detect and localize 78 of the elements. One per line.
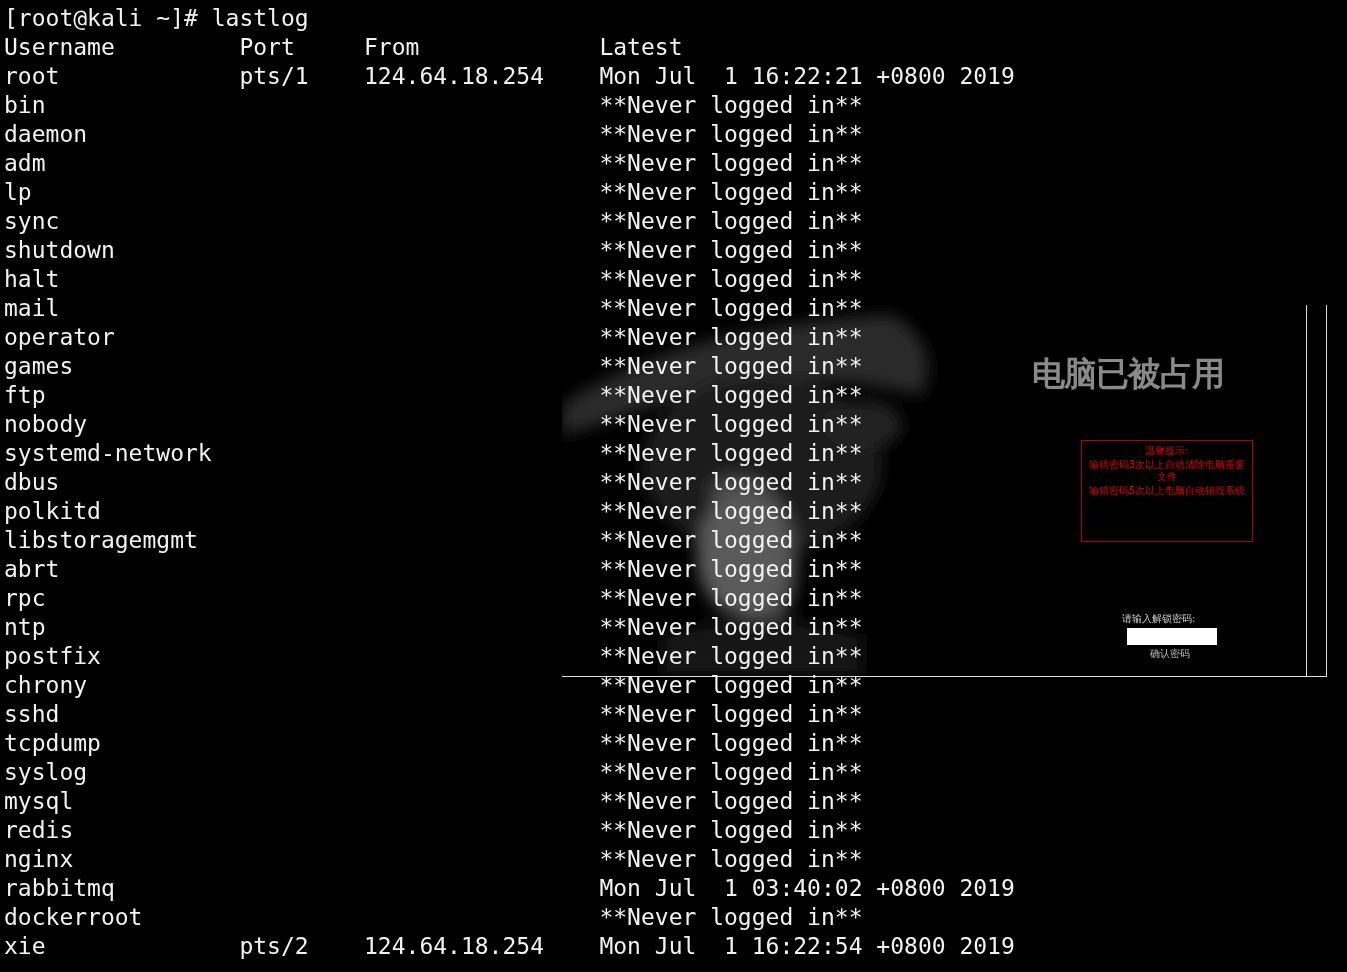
table-cell: rabbitmq: [4, 875, 115, 901]
table-cell: tcpdump: [4, 730, 101, 756]
table-cell: **Never logged in**: [599, 295, 863, 321]
column-header: Latest: [599, 34, 683, 60]
table-cell: systemd-network: [4, 440, 212, 466]
table-cell: daemon: [4, 121, 88, 147]
column-header: Username: [4, 34, 115, 60]
table-cell: halt: [4, 266, 60, 292]
table-cell: **Never logged in**: [599, 672, 863, 698]
table-cell: sshd: [4, 701, 60, 727]
table-cell: syslog: [4, 759, 88, 785]
table-cell: **Never logged in**: [599, 411, 863, 437]
table-cell: **Never logged in**: [599, 788, 863, 814]
field-label: 请输入解锁密码:: [1122, 612, 1196, 626]
table-cell: **Never logged in**: [599, 237, 863, 263]
table-cell: adm: [4, 150, 46, 176]
table-cell: **Never logged in**: [599, 150, 863, 176]
table-cell: 124.64.18.254: [364, 933, 544, 959]
table-cell: **Never logged in**: [599, 440, 863, 466]
table-cell: **Never logged in**: [599, 701, 863, 727]
table-cell: games: [4, 353, 74, 379]
table-cell: **Never logged in**: [599, 759, 863, 785]
table-cell: nobody: [4, 411, 88, 437]
table-cell: **Never logged in**: [599, 382, 863, 408]
column-header: Port: [239, 34, 295, 60]
table-cell: **Never logged in**: [599, 527, 863, 553]
table-cell: **Never logged in**: [599, 585, 863, 611]
table-cell: dbus: [4, 469, 60, 495]
table-cell: **Never logged in**: [599, 614, 863, 640]
table-cell: mysql: [4, 788, 74, 814]
table-cell: **Never logged in**: [599, 121, 863, 147]
table-cell: redis: [4, 817, 74, 843]
confirm-button[interactable]: 确认密码: [1150, 648, 1190, 660]
table-cell: Mon Jul 1 03:40:02 +0800 2019: [599, 875, 1015, 901]
table-cell: Mon Jul 1 16:22:54 +0800 2019: [599, 933, 1015, 959]
table-cell: **Never logged in**: [599, 556, 863, 582]
table-cell: dockerroot: [4, 904, 143, 930]
table-cell: bin: [4, 92, 46, 118]
table-cell: operator: [4, 324, 115, 350]
table-cell: chrony: [4, 672, 88, 698]
table-cell: **Never logged in**: [599, 324, 863, 350]
table-cell: **Never logged in**: [599, 730, 863, 756]
table-cell: shutdown: [4, 237, 115, 263]
warning-heading: 温馨提示:: [1144, 445, 1190, 457]
command-line: [root@kali ~]# lastlog: [4, 4, 309, 33]
table-cell: ftp: [4, 382, 46, 408]
warning-text: 输错密码5次以上电脑自动销毁系统: [1087, 485, 1247, 497]
window-title: 电脑已被占用: [1032, 353, 1224, 395]
table-cell: **Never logged in**: [599, 179, 863, 205]
table-cell: **Never logged in**: [599, 643, 863, 669]
table-cell: **Never logged in**: [599, 353, 863, 379]
table-cell: libstoragemgmt: [4, 527, 198, 553]
table-cell: sync: [4, 208, 60, 234]
table-cell: ntp: [4, 614, 46, 640]
table-cell: 124.64.18.254: [364, 63, 544, 89]
table-cell: **Never logged in**: [599, 92, 863, 118]
table-cell: pts/2: [239, 933, 309, 959]
table-cell: **Never logged in**: [599, 266, 863, 292]
table-cell: xie: [4, 933, 46, 959]
table-cell: pts/1: [239, 63, 309, 89]
table-cell: **Never logged in**: [599, 469, 863, 495]
table-cell: lp: [4, 179, 32, 205]
table-cell: rpc: [4, 585, 46, 611]
table-cell: abrt: [4, 556, 60, 582]
password-field[interactable]: [1127, 628, 1217, 645]
table-cell: **Never logged in**: [599, 208, 863, 234]
table-cell: root: [4, 63, 60, 89]
table-cell: **Never logged in**: [599, 904, 863, 930]
table-cell: **Never logged in**: [599, 498, 863, 524]
warning-text: 输错密码3次以上自动清除电脑重要文件: [1087, 459, 1247, 483]
table-cell: **Never logged in**: [599, 817, 863, 843]
table-cell: polkitd: [4, 498, 101, 524]
column-header: From: [364, 34, 420, 60]
table-cell: postfix: [4, 643, 101, 669]
table-cell: mail: [4, 295, 60, 321]
table-cell: **Never logged in**: [599, 846, 863, 872]
table-cell: Mon Jul 1 16:22:21 +0800 2019: [599, 63, 1015, 89]
table-cell: nginx: [4, 846, 74, 872]
